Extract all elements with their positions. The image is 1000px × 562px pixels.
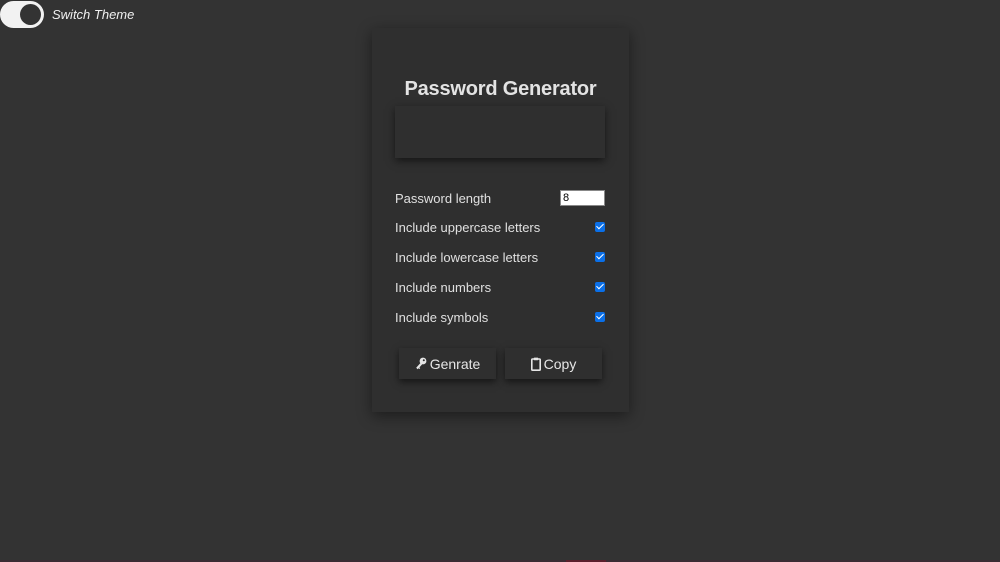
copy-button[interactable]: Copy (505, 348, 602, 379)
theme-toggle[interactable] (0, 0, 44, 28)
lowercase-checkbox[interactable] (595, 252, 605, 262)
password-generator-card: Password Generator Password length Inclu… (372, 28, 629, 412)
numbers-checkbox[interactable] (595, 282, 605, 292)
symbols-label: Include symbols (395, 309, 489, 325)
clipboard-icon (530, 357, 541, 371)
symbols-checkbox[interactable] (595, 312, 605, 322)
toggle-knob (20, 3, 41, 25)
option-lowercase: Include lowercase letters (395, 247, 605, 267)
length-label: Password length (395, 190, 492, 206)
option-uppercase: Include uppercase letters (395, 217, 605, 237)
password-result (395, 106, 605, 158)
generate-label: Genrate (429, 355, 481, 372)
copy-label: Copy (543, 355, 577, 372)
key-icon (415, 357, 427, 370)
numbers-label: Include numbers (395, 279, 492, 295)
option-length: Password length (395, 188, 605, 208)
lowercase-label: Include lowercase letters (395, 249, 539, 265)
uppercase-label: Include uppercase letters (395, 219, 541, 235)
option-numbers: Include numbers (395, 277, 605, 297)
length-input[interactable] (560, 190, 605, 206)
option-symbols: Include symbols (395, 307, 605, 327)
theme-switch-label: Switch Theme (52, 6, 135, 22)
generate-button[interactable]: Genrate (399, 348, 496, 379)
theme-switch[interactable]: Switch Theme (0, 0, 134, 28)
page-title: Password Generator (404, 78, 597, 100)
uppercase-checkbox[interactable] (595, 222, 605, 232)
